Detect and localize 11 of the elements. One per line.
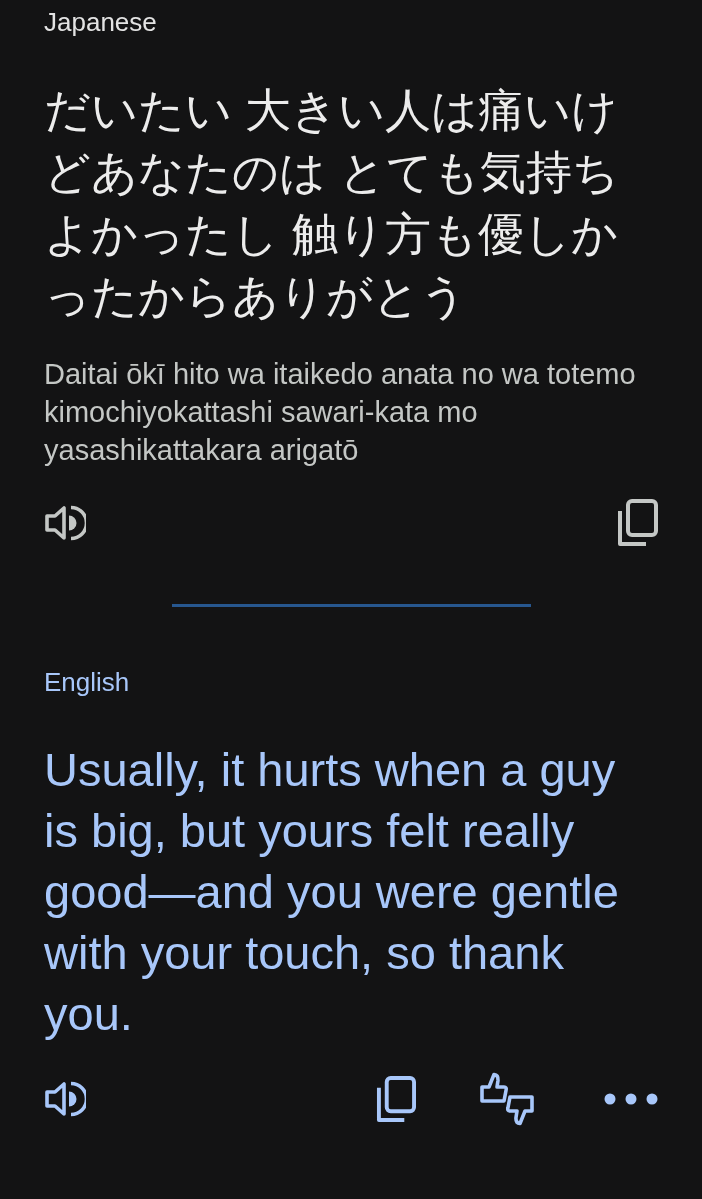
more-icon — [604, 1093, 658, 1105]
copy-icon — [376, 1075, 416, 1123]
thumbs-up-down-icon — [479, 1072, 535, 1126]
source-language-label: Japanese — [44, 6, 157, 38]
target-language-label: English — [44, 666, 130, 698]
copy-icon — [617, 499, 658, 547]
translation-text: Usually, it hurts when a guy is big, but yours felt really good—and you were gentle with your touch, so thank you. — [44, 742, 620, 1042]
transliteration-text: Daitai ōkī hito wa itaikedo anata no wa totemo kimochiyokattashi sawari-kata mo yasashikattakara arigatō — [44, 357, 637, 468]
source-text: だいたい 大きい人は痛いけどあなたのは とても気持ちよかったし 触り方も優しかったからありがとう — [44, 83, 620, 324]
speaker-icon — [44, 503, 86, 543]
speaker-icon — [44, 1079, 86, 1119]
